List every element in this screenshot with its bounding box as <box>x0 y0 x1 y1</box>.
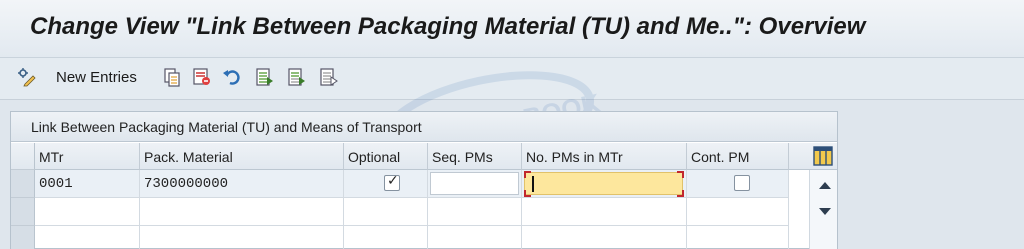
empty-cell <box>140 198 344 226</box>
undo-button[interactable] <box>222 65 242 89</box>
empty-cell <box>35 226 140 249</box>
vertical-scrollbar[interactable] <box>809 170 837 249</box>
empty-cell <box>687 226 789 249</box>
new-entries-button[interactable]: New Entries <box>56 65 137 89</box>
select-all-icon <box>256 68 273 86</box>
focus-corner <box>524 190 531 197</box>
column-header-mtr[interactable]: MTr <box>35 143 140 170</box>
title-bar: Change View "Link Between Packaging Mate… <box>0 0 1024 58</box>
empty-cell <box>344 198 428 226</box>
empty-cell <box>522 226 687 249</box>
cell-seq-pms <box>428 170 522 198</box>
empty-cell <box>344 226 428 249</box>
no-pms-in-mtr-input[interactable] <box>524 172 683 195</box>
undo-icon <box>223 70 240 85</box>
empty-cell <box>687 198 789 226</box>
column-settings-header <box>789 143 837 170</box>
cont-pm-checkbox[interactable] <box>734 175 750 191</box>
cell-cont-pm <box>687 170 789 198</box>
optional-checkbox[interactable]: ✓ <box>384 173 400 191</box>
seq-pms-input[interactable] <box>430 172 519 195</box>
copy-button[interactable] <box>162 65 182 89</box>
column-header-no-pms-in-mtr[interactable]: No. PMs in MTr <box>522 143 687 170</box>
row-selector[interactable] <box>11 198 35 226</box>
select-all-rows-cell[interactable] <box>11 143 35 170</box>
select-block-button[interactable] <box>286 65 306 89</box>
scroll-up-icon[interactable] <box>819 182 831 189</box>
scroll-down-icon[interactable] <box>819 208 831 215</box>
deselect-all-button[interactable] <box>318 65 338 89</box>
cell-mtr[interactable]: 0001 <box>35 170 140 198</box>
table-control: MTr Pack. Material Optional Seq. PMs No.… <box>11 143 837 249</box>
row-selector[interactable] <box>11 170 35 198</box>
row-selector[interactable] <box>11 226 35 249</box>
cell-no-pms-in-mtr <box>522 170 687 198</box>
column-header-cont-pm[interactable]: Cont. PM <box>687 143 789 170</box>
text-cursor <box>532 176 534 192</box>
empty-cell <box>522 198 687 226</box>
focus-corner <box>677 171 684 178</box>
checkmark-icon: ✓ <box>387 173 399 189</box>
table-settings-icon[interactable] <box>813 146 833 166</box>
empty-cell <box>428 198 522 226</box>
empty-cell <box>35 198 140 226</box>
cell-optional: ✓ <box>344 170 428 198</box>
focus-corner <box>677 190 684 197</box>
new-entries-label: New Entries <box>56 68 137 86</box>
content-area: LOAD BOOK Link Between Packaging Materia… <box>0 71 1024 249</box>
empty-cell <box>428 226 522 249</box>
column-header-optional[interactable]: Optional <box>344 143 428 170</box>
edit-toggle-icon <box>18 68 36 87</box>
delete-icon <box>193 68 210 85</box>
select-all-button[interactable] <box>254 65 274 89</box>
empty-cell <box>140 226 344 249</box>
delete-button[interactable] <box>192 65 212 89</box>
select-block-icon <box>288 68 305 86</box>
column-header-seq-pms[interactable]: Seq. PMs <box>428 143 522 170</box>
deselect-all-icon <box>320 68 338 86</box>
copy-icon <box>164 68 180 87</box>
edit-toggle-button[interactable] <box>17 65 37 89</box>
table-panel: Link Between Packaging Material (TU) and… <box>10 111 838 249</box>
page-title: Change View "Link Between Packaging Mate… <box>30 13 866 40</box>
cell-pack-material[interactable]: 7300000000 <box>140 170 344 198</box>
focus-corner <box>524 171 531 178</box>
column-header-pack-material[interactable]: Pack. Material <box>140 143 344 170</box>
panel-title: Link Between Packaging Material (TU) and… <box>11 112 837 142</box>
